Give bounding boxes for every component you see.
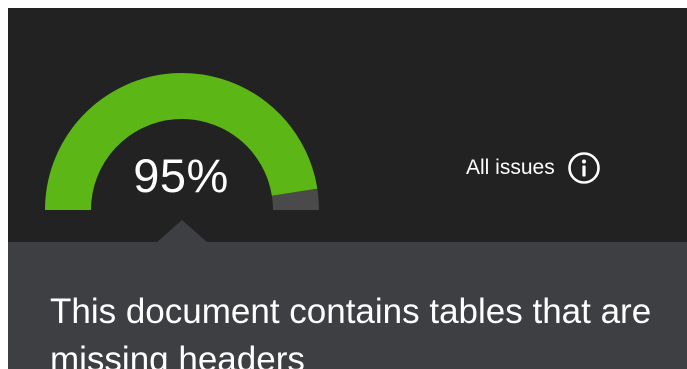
score-percentage: 95% <box>133 149 229 202</box>
info-circle-icon[interactable] <box>567 151 601 185</box>
accessibility-score-widget: 95% All issues This document contains ta… <box>8 8 687 369</box>
card-pointer <box>156 220 208 243</box>
issue-message: This document contains tables that are m… <box>50 292 652 369</box>
gauge-track <box>271 188 319 211</box>
all-issues-label: All issues <box>466 156 555 179</box>
score-panel: 95% All issues <box>8 8 687 242</box>
all-issues-link[interactable]: All issues <box>466 150 601 186</box>
